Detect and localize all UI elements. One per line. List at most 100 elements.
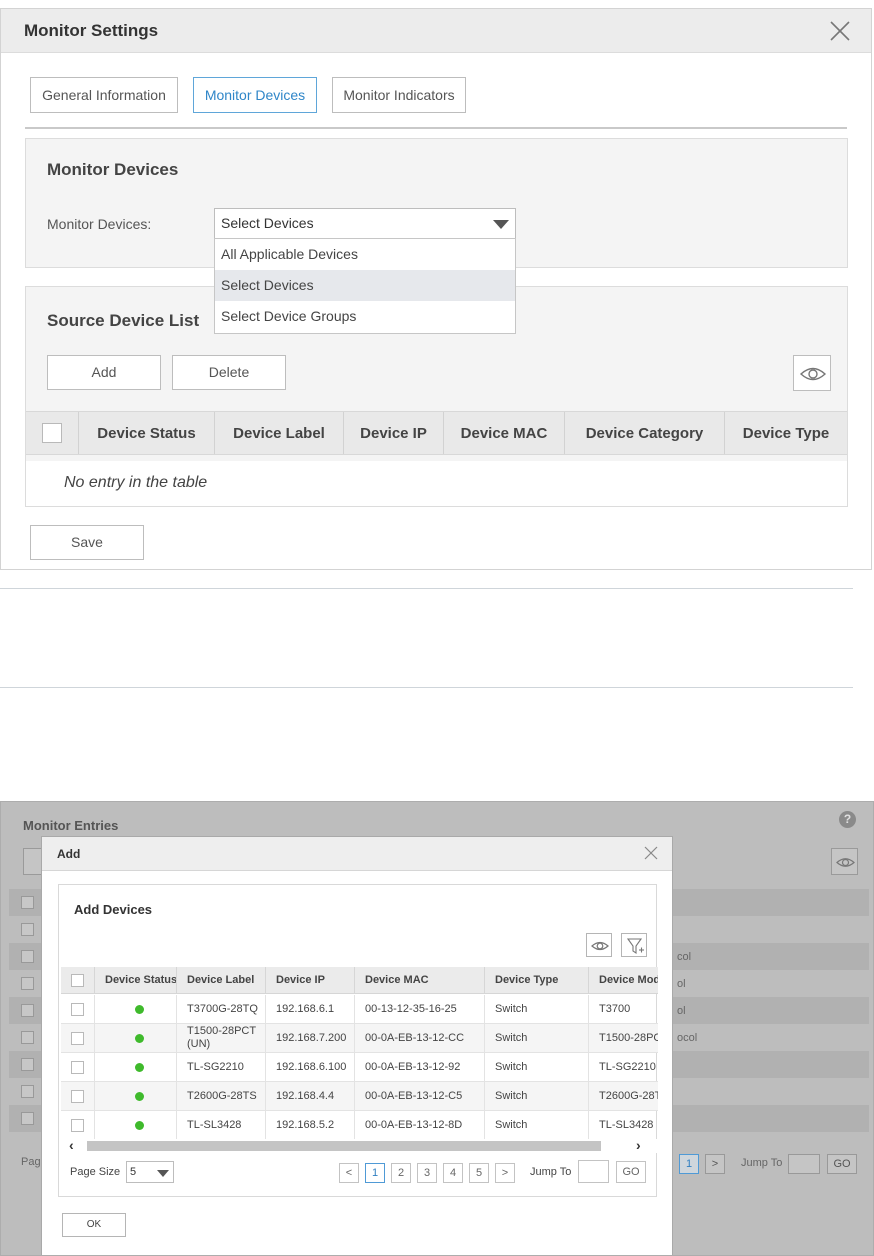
column-device-status[interactable]: Device Status (95, 967, 177, 994)
ip-cell: 192.168.4.4 (266, 1082, 355, 1110)
column-device-status[interactable]: Device Status (79, 412, 215, 454)
column-device-category[interactable]: Device Category (565, 412, 725, 454)
select-all-checkbox[interactable] (42, 423, 62, 443)
type-cell: Switch (485, 995, 589, 1023)
column-visibility-button[interactable] (586, 933, 612, 957)
select-all-checkbox[interactable] (71, 974, 84, 987)
page-3-button[interactable]: 3 (417, 1163, 437, 1183)
tab-monitor-indicators[interactable]: Monitor Indicators (332, 77, 466, 113)
column-device-label[interactable]: Device Label (177, 967, 266, 994)
source-device-table-header: Device Status Device Label Device IP Dev… (26, 411, 847, 455)
label-cell: T2600G-28TS (177, 1082, 266, 1110)
select-all-cell (61, 967, 95, 994)
option-all-applicable-devices[interactable]: All Applicable Devices (215, 239, 515, 270)
background-row-text: ol (677, 1005, 686, 1017)
scroll-left-icon[interactable]: ‹ (69, 1137, 74, 1153)
save-button[interactable]: Save (30, 525, 144, 560)
add-devices-table: Device Status Device Label Device IP Dev… (61, 967, 658, 1139)
tab-general-information[interactable]: General Information (30, 77, 178, 113)
table-row[interactable]: T1500-28PCT (UN) 192.168.7.200 00-0A-EB-… (61, 1024, 658, 1053)
page-5-button[interactable]: 5 (469, 1163, 489, 1183)
jump-to-input[interactable] (578, 1160, 609, 1183)
filter-icon (626, 938, 644, 955)
model-cell: T3700 (599, 1003, 631, 1015)
type-cell: Switch (485, 1053, 589, 1081)
column-device-ip[interactable]: Device IP (344, 412, 444, 454)
background-row-text: ol (677, 978, 686, 990)
page-1-button[interactable]: 1 (365, 1163, 385, 1183)
type-cell: Switch (485, 1082, 589, 1110)
caret-down-icon[interactable] (493, 220, 509, 229)
tab-divider (25, 127, 847, 129)
column-device-mac[interactable]: Device MAC (355, 967, 485, 994)
page-4-button[interactable]: 4 (443, 1163, 463, 1183)
column-device-model[interactable]: Device Model (589, 967, 658, 994)
label-cell: TL-SL3428 (177, 1111, 266, 1139)
ok-button[interactable]: OK (62, 1213, 126, 1237)
background-go-button: GO (827, 1154, 857, 1174)
row-select-cell (61, 1082, 95, 1110)
background-footer-text: Pag (21, 1156, 41, 1168)
table-row[interactable]: T3700G-28TQ 192.168.6.1 00-13-12-35-16-2… (61, 995, 658, 1024)
option-select-devices[interactable]: Select Devices (215, 270, 515, 301)
empty-table-message: No entry in the table (64, 474, 208, 491)
close-icon[interactable] (642, 844, 660, 862)
dialog-title: Monitor Settings (24, 21, 159, 40)
background-checkbox (21, 1112, 34, 1125)
option-select-device-groups[interactable]: Select Device Groups (215, 301, 515, 332)
mac-cell: 00-0A-EB-13-12-C5 (355, 1082, 485, 1110)
background-row-text: ocol (677, 1032, 698, 1044)
column-visibility-button[interactable] (793, 355, 831, 391)
scroll-right-icon[interactable]: › (636, 1137, 641, 1153)
tab-monitor-devices[interactable]: Monitor Devices (193, 77, 317, 113)
column-device-mac[interactable]: Device MAC (444, 412, 565, 454)
filter-button[interactable] (621, 933, 647, 957)
row-checkbox[interactable] (71, 1032, 84, 1045)
page-2-button[interactable]: 2 (391, 1163, 411, 1183)
column-device-type[interactable]: Device Type (725, 412, 847, 454)
row-select-cell (61, 995, 95, 1023)
go-button[interactable]: GO (616, 1161, 646, 1183)
label-cell: TL-SG2210 (177, 1053, 266, 1081)
separator-line (0, 687, 853, 688)
horizontal-scrollbar[interactable]: ‹ › (61, 1137, 658, 1153)
page-size-select[interactable]: 5 (126, 1161, 174, 1183)
label-cell: T3700G-28TQ (177, 995, 266, 1023)
page-size-label: Page Size (70, 1166, 121, 1178)
table-row[interactable]: T2600G-28TS 192.168.4.4 00-0A-EB-13-12-C… (61, 1082, 658, 1111)
column-device-type[interactable]: Device Type (485, 967, 589, 994)
background-checkbox (21, 1031, 34, 1044)
page-prev-button[interactable]: < (339, 1163, 359, 1183)
add-devices-panel: Add Devices Device Status Device Label D (58, 884, 658, 1197)
background-jump-input (788, 1154, 820, 1174)
row-checkbox[interactable] (71, 1119, 84, 1132)
row-select-cell (61, 1024, 95, 1052)
monitor-settings-dialog: Monitor Settings General Information Mon… (0, 8, 872, 570)
page-next-button[interactable]: > (495, 1163, 515, 1183)
add-button[interactable]: Add (47, 355, 161, 390)
status-cell (95, 1082, 177, 1110)
add-dialog: Add Add Devices Device Status Device Lab… (41, 836, 673, 1255)
mac-cell: 00-0A-EB-13-12-92 (355, 1053, 485, 1081)
delete-button[interactable]: Delete (172, 355, 286, 390)
column-device-label[interactable]: Device Label (215, 412, 344, 454)
row-checkbox[interactable] (71, 1061, 84, 1074)
add-dialog-header: Add (42, 837, 672, 871)
monitor-entries-page: Monitor Entries ? col ol ol ocol Pag 1 >… (0, 801, 874, 1256)
scrollbar-thumb[interactable] (87, 1141, 601, 1151)
row-checkbox[interactable] (71, 1090, 84, 1103)
status-online-dot (135, 1004, 144, 1014)
background-checkbox (21, 1085, 34, 1098)
caret-down-icon[interactable] (157, 1170, 169, 1177)
monitor-devices-select[interactable]: Select Devices (214, 208, 516, 239)
table-row[interactable]: TL-SL3428 192.168.5.2 00-0A-EB-13-12-8D … (61, 1111, 658, 1139)
column-device-ip[interactable]: Device IP (266, 967, 355, 994)
close-icon[interactable] (827, 18, 853, 44)
help-icon[interactable]: ? (839, 811, 856, 828)
row-checkbox[interactable] (71, 1003, 84, 1016)
ip-cell: 192.168.6.100 (266, 1053, 355, 1081)
table-row[interactable]: TL-SG2210 192.168.6.100 00-0A-EB-13-12-9… (61, 1053, 658, 1082)
status-cell (95, 1024, 177, 1052)
model-cell: TL-SG2210 (599, 1061, 656, 1073)
type-cell: Switch (485, 1111, 589, 1139)
